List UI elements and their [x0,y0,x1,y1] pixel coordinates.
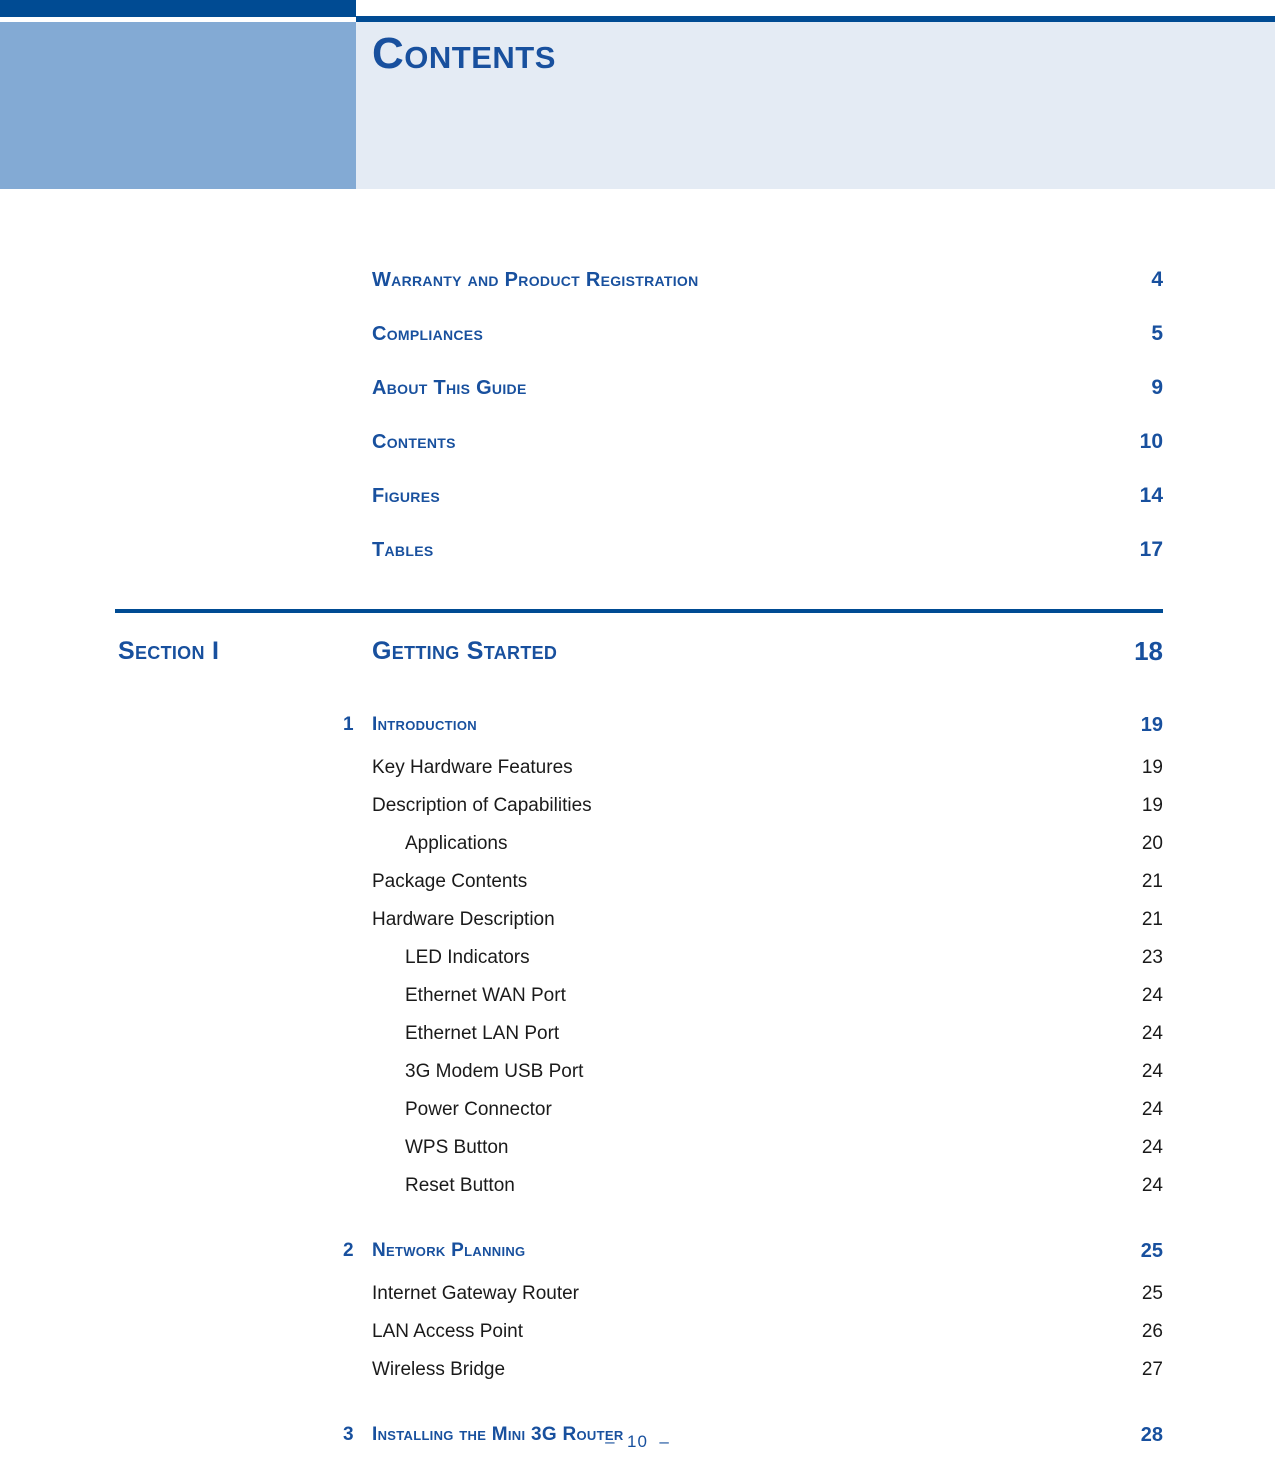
toc-entry-label: Network Planning [372,1240,526,1261]
toc-entry-page: 10 [1139,430,1163,453]
toc-entry-front[interactable]: Figures 14 [0,469,1163,523]
toc-entry-page: 14 [1139,484,1163,507]
toc-entry-label: Figures [372,484,440,507]
toc-entry-page: 4 [1151,268,1163,291]
toc-entry-level1[interactable]: Internet Gateway Router 25 [0,1275,1163,1313]
toc-entry-front[interactable]: Warranty and Product Registration 4 [0,253,1163,307]
toc-entry-label: Internet Gateway Router [372,1283,579,1304]
section-page-number: 18 [1134,635,1163,666]
chapter-number: 2 [343,1240,354,1261]
toc-entry-level1[interactable]: Wireless Bridge 27 [0,1351,1163,1389]
page-footer: – 10 – [0,1432,1275,1452]
toc-entry-page: 5 [1151,322,1163,345]
toc-entry-level2[interactable]: 3G Modem USB Port 24 [0,1053,1163,1091]
toc-entry-page: 24 [1141,1137,1163,1158]
table-of-contents: Warranty and Product Registration 4 Comp… [0,189,1275,1459]
front-matter-list: Warranty and Product Registration 4 Comp… [0,253,1275,577]
toc-entry-label: Ethernet WAN Port [405,985,566,1006]
page-header-banner: Contents [0,0,1275,189]
toc-entry-page: 25 [1140,1239,1163,1262]
toc-entry-page: 24 [1141,1175,1163,1196]
toc-entry-page: 24 [1141,985,1163,1006]
toc-entry-label: Reset Button [405,1175,515,1196]
toc-entry-page: 19 [1141,795,1163,816]
toc-entry-label: Hardware Description [372,909,555,930]
toc-entry-level1[interactable]: Package Contents 21 [0,863,1163,901]
toc-entry-front[interactable]: About This Guide 9 [0,361,1163,415]
toc-entry-level1[interactable]: Description of Capabilities 19 [0,787,1163,825]
toc-entry-level1[interactable]: Hardware Description 21 [0,901,1163,939]
page-title: Contents [372,29,556,78]
toc-entry-level2[interactable]: Applications 20 [0,825,1163,863]
toc-entry-front[interactable]: Contents 10 [0,415,1163,469]
toc-entry-level1[interactable]: LAN Access Point 26 [0,1313,1163,1351]
toc-entry-page: 21 [1141,871,1163,892]
toc-entry-label: Package Contents [372,871,528,892]
toc-entry-front[interactable]: Compliances 5 [0,307,1163,361]
toc-entry-level2[interactable]: Power Connector 24 [0,1091,1163,1129]
toc-entry-label: Description of Capabilities [372,795,592,816]
toc-entry-label: Key Hardware Features [372,757,573,778]
toc-entry-page: 24 [1141,1023,1163,1044]
toc-section-heading[interactable]: Section I Getting Started 18 [0,623,1163,679]
toc-entry-label: Applications [405,833,508,854]
toc-entry-label: About This Guide [372,376,527,399]
toc-entry-front[interactable]: Tables 17 [0,523,1163,577]
toc-entry-label: Compliances [372,322,484,345]
toc-entry-label: Introduction [372,714,477,735]
toc-entry-page: 23 [1141,947,1163,968]
section-divider-rule [115,609,1163,613]
header-light-blue-block [0,22,356,189]
toc-entry-page: 26 [1141,1321,1163,1342]
toc-entry-page: 19 [1141,757,1163,778]
chapter-number: 1 [343,714,354,735]
toc-entry-label: LAN Access Point [372,1321,524,1342]
toc-entry-label: WPS Button [405,1137,509,1158]
toc-entry-page: 27 [1141,1359,1163,1380]
toc-entry-page: 9 [1151,376,1163,399]
section-title-label: Getting Started [372,636,558,665]
toc-entry-label: Tables [372,538,434,561]
toc-entry-level2[interactable]: Reset Button 24 [0,1167,1163,1205]
toc-entry-label: Contents [372,430,456,453]
toc-entry-page: 24 [1141,1061,1163,1082]
toc-entry-label: Warranty and Product Registration [372,268,699,291]
toc-entry-page: 24 [1141,1099,1163,1120]
toc-chapter-row[interactable]: 1 Introduction 19 [0,701,1163,749]
toc-entry-label: Ethernet LAN Port [405,1023,560,1044]
toc-entry-level2[interactable]: Ethernet WAN Port 24 [0,977,1163,1015]
toc-entry-level2[interactable]: Ethernet LAN Port 24 [0,1015,1163,1053]
toc-entry-page: 20 [1141,833,1163,854]
toc-entry-page: 25 [1141,1283,1163,1304]
toc-entry-level1[interactable]: Key Hardware Features 19 [0,749,1163,787]
toc-entry-level2[interactable]: LED Indicators 23 [0,939,1163,977]
toc-entry-label: Power Connector [405,1099,552,1120]
header-dark-block [0,0,356,17]
section-number-label: Section I [118,636,220,665]
page-folio-number: – 10 – [605,1432,670,1451]
toc-entry-page: 21 [1141,909,1163,930]
toc-entry-level2[interactable]: WPS Button 24 [0,1129,1163,1167]
toc-entry-page: 19 [1140,713,1163,736]
toc-entry-page: 17 [1139,538,1163,561]
toc-entry-label: LED Indicators [405,947,530,968]
toc-entry-label: 3G Modem USB Port [405,1061,584,1082]
toc-chapter-row[interactable]: 2 Network Planning 25 [0,1227,1163,1275]
toc-entry-label: Wireless Bridge [372,1359,506,1380]
